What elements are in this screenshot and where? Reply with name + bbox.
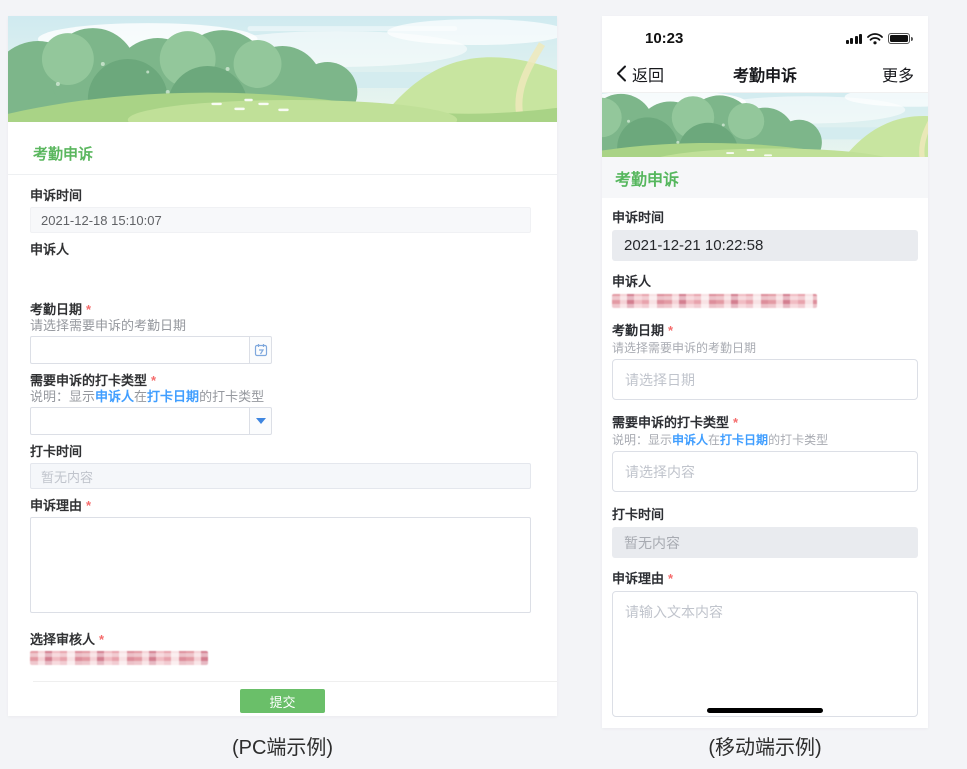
mobile-appeal-form: 申诉时间 2021-12-21 10:22:58 申诉人 考勤日期* 请选择需要… — [602, 198, 928, 728]
appellant-label: 申诉人 — [612, 273, 918, 291]
pc-caption: (PC端示例) — [8, 731, 557, 760]
punch-date-link-text: 打卡日期 — [720, 433, 768, 447]
required-asterisk: * — [99, 632, 104, 647]
appellant-link-text: 申诉人 — [672, 433, 708, 447]
pc-example-card: 考勤申诉 申诉时间 2021-12-18 15:10:07 申诉人 考勤日期* … — [8, 16, 557, 716]
submit-button[interactable]: 提交 — [240, 689, 325, 713]
punch-time-value: 暂无内容 — [612, 527, 918, 558]
nav-bar: 返回 考勤申诉 更多 — [602, 55, 928, 93]
more-button[interactable]: 更多 — [882, 62, 914, 86]
appeal-time-value: 2021-12-18 15:10:07 — [30, 207, 531, 233]
punch-date-link-text: 打卡日期 — [147, 389, 199, 404]
calendar-addon-button[interactable] — [250, 336, 272, 364]
punch-time-value: 暂无内容 — [30, 463, 531, 489]
appeal-time-value: 2021-12-21 10:22:58 — [612, 230, 918, 261]
mobile-card-header: 考勤申诉 — [602, 157, 928, 198]
punch-type-group — [30, 407, 272, 435]
pc-card-title: 考勤申诉 — [33, 146, 93, 163]
back-button[interactable]: 返回 — [616, 62, 664, 86]
required-asterisk: * — [86, 498, 91, 513]
appellant-value-redacted — [612, 294, 817, 308]
pc-footer: 提交 — [8, 682, 557, 713]
reviewer-value-redacted — [30, 651, 208, 665]
status-time: 10:23 — [645, 30, 683, 47]
select-addon-button[interactable] — [250, 407, 272, 435]
reason-label: 申诉理由* — [612, 570, 918, 588]
hero-illustration — [602, 93, 928, 157]
punch-type-select[interactable] — [30, 407, 250, 435]
attendance-date-hint: 请选择需要申诉的考勤日期 — [612, 340, 918, 356]
battery-icon — [888, 33, 910, 44]
appellant-link-text: 申诉人 — [95, 389, 134, 404]
wifi-icon — [867, 33, 883, 45]
punch-time-label: 打卡时间 — [612, 506, 918, 524]
mobile-card-title: 考勤申诉 — [615, 166, 679, 190]
appeal-time-label: 申诉时间 — [30, 188, 531, 204]
required-asterisk: * — [733, 415, 738, 430]
required-asterisk: * — [668, 571, 673, 586]
appeal-time-label: 申诉时间 — [612, 209, 918, 227]
punch-type-hint: 说明：显示申诉人在打卡日期的打卡类型 — [612, 432, 918, 448]
pc-card-header: 考勤申诉 — [8, 122, 557, 175]
required-asterisk: * — [86, 302, 91, 317]
pc-appeal-form: 申诉时间 2021-12-18 15:10:07 申诉人 考勤日期* 请选择需要… — [8, 175, 557, 665]
reviewer-label: 选择审核人* — [30, 632, 531, 648]
mobile-example-card: 10:23 返回 考勤申诉 更多 — [602, 16, 928, 728]
appellant-label: 申诉人 — [30, 242, 531, 258]
attendance-date-hint: 请选择需要申诉的考勤日期 — [30, 318, 531, 334]
punch-type-label: 需要申诉的打卡类型* — [30, 373, 531, 389]
reason-textarea[interactable] — [612, 591, 918, 717]
back-label: 返回 — [632, 62, 664, 86]
attendance-date-label: 考勤日期* — [30, 302, 531, 318]
attendance-date-label: 考勤日期* — [612, 322, 918, 340]
cellular-signal-icon — [846, 34, 863, 44]
chevron-left-icon — [616, 65, 627, 82]
appellant-value-empty — [30, 258, 531, 302]
home-indicator — [707, 708, 823, 713]
attendance-date-input[interactable] — [30, 336, 250, 364]
attendance-date-input[interactable] — [612, 359, 918, 400]
attendance-date-group — [30, 336, 272, 364]
required-asterisk: * — [668, 323, 673, 338]
punch-time-label: 打卡时间 — [30, 444, 531, 460]
calendar-icon — [254, 343, 268, 357]
reason-label: 申诉理由* — [30, 498, 531, 514]
caret-down-icon — [256, 418, 266, 424]
punch-type-hint: 说明：显示申诉人在打卡日期的打卡类型 — [30, 389, 531, 405]
punch-type-select[interactable] — [612, 451, 918, 492]
reason-textarea[interactable] — [30, 517, 531, 613]
required-asterisk: * — [151, 373, 156, 388]
status-bar: 10:23 — [602, 16, 928, 55]
mobile-caption: (移动端示例) — [602, 731, 928, 760]
hero-illustration — [8, 16, 557, 122]
punch-type-label: 需要申诉的打卡类型* — [612, 414, 918, 432]
